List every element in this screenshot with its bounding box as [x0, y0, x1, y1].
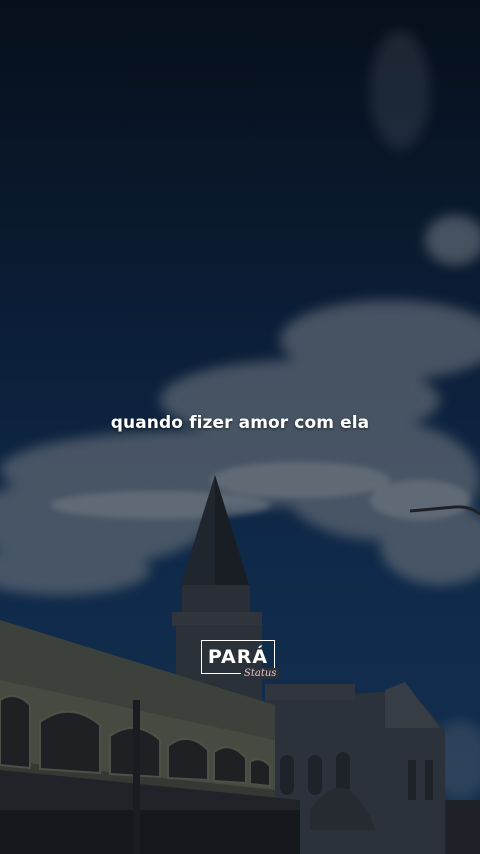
logo-subtitle: Status — [241, 668, 280, 679]
video-frame: quando fizer amor com ela PARÁ Status — [0, 0, 480, 854]
caption-text: quando fizer amor com ela — [110, 413, 370, 433]
para-status-logo: PARÁ Status — [201, 640, 280, 684]
logo-title: PARÁ — [207, 646, 269, 668]
